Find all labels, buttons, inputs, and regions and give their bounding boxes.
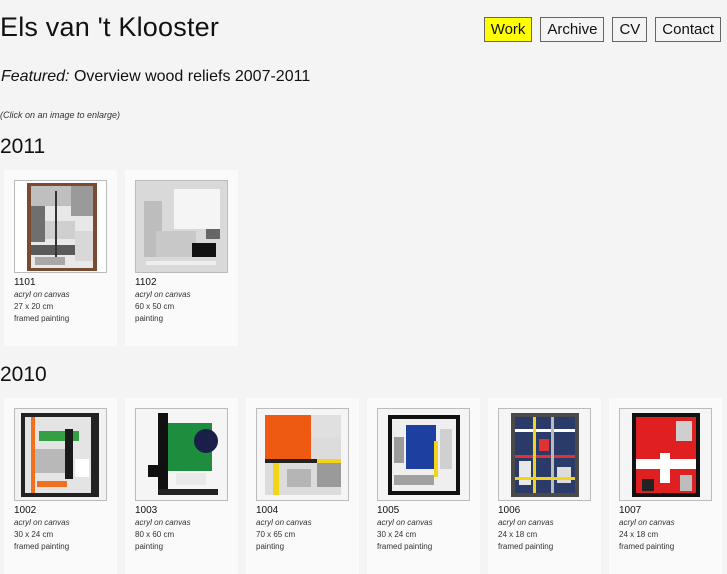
artwork-card[interactable]: 1101 acryl on canvas 27 x 20 cm framed p… <box>4 170 117 346</box>
nav-contact-button[interactable]: Contact <box>655 17 721 42</box>
artwork-technique: acryl on canvas <box>377 518 433 527</box>
artwork-number: 1005 <box>377 505 400 516</box>
artwork-kind: framed painting <box>619 542 675 551</box>
artwork-thumbnail[interactable] <box>377 408 470 501</box>
artwork-dimensions: 24 x 18 cm <box>498 530 538 539</box>
artwork-kind: framed painting <box>498 542 554 551</box>
artwork-dimensions: 80 x 60 cm <box>135 530 175 539</box>
artwork-number: 1102 <box>135 277 157 288</box>
artwork-thumbnail[interactable] <box>619 408 712 501</box>
artwork-dimensions: 70 x 65 cm <box>256 530 296 539</box>
works-grid-2011: 1101 acryl on canvas 27 x 20 cm framed p… <box>4 170 238 346</box>
artwork-card[interactable]: 1002 acryl on canvas 30 x 24 cm framed p… <box>4 398 117 574</box>
artwork-card[interactable]: 1006 acryl on canvas 24 x 18 cm framed p… <box>488 398 601 574</box>
featured-label: Featured: <box>1 68 70 85</box>
artwork-kind: framed painting <box>14 542 70 551</box>
featured-heading: Featured: Overview wood reliefs 2007-201… <box>1 68 310 86</box>
artwork-technique: acryl on canvas <box>14 290 70 299</box>
artwork-thumbnail[interactable] <box>498 408 591 501</box>
year-heading-2011: 2011 <box>0 135 46 158</box>
artwork-kind: painting <box>135 542 164 551</box>
artwork-thumbnail[interactable] <box>135 180 228 273</box>
artwork-number: 1004 <box>256 505 279 516</box>
artwork-technique: acryl on canvas <box>256 518 312 527</box>
artwork-card[interactable]: 1003 acryl on canvas 80 x 60 cm painting <box>125 398 238 574</box>
artwork-kind: painting <box>256 542 285 551</box>
artwork-kind: framed painting <box>14 314 70 323</box>
artwork-thumbnail[interactable] <box>14 180 107 273</box>
artwork-number: 1007 <box>619 505 642 516</box>
nav-archive-button[interactable]: Archive <box>540 17 605 42</box>
artwork-card[interactable]: 1005 acryl on canvas 30 x 24 cm framed p… <box>367 398 480 574</box>
artwork-dimensions: 27 x 20 cm <box>14 302 54 311</box>
enlarge-hint: (Click on an image to enlarge) <box>0 110 121 120</box>
artwork-technique: acryl on canvas <box>135 290 191 299</box>
artwork-dimensions: 60 x 50 cm <box>135 302 175 311</box>
artwork-card[interactable]: 1102 acryl on canvas 60 x 50 cm painting <box>125 170 238 346</box>
artwork-number: 1101 <box>14 277 36 288</box>
artwork-number: 1003 <box>135 505 158 516</box>
artwork-dimensions: 24 x 18 cm <box>619 530 659 539</box>
artwork-technique: acryl on canvas <box>135 518 191 527</box>
main-nav: Work Archive CV Contact <box>483 17 721 42</box>
featured-text[interactable]: Overview wood reliefs 2007-2011 <box>74 68 310 85</box>
year-heading-2010: 2010 <box>0 363 47 386</box>
artwork-card[interactable]: 1004 acryl on canvas 70 x 65 cm painting <box>246 398 359 574</box>
artwork-thumbnail[interactable] <box>256 408 349 501</box>
site-title: Els van 't Klooster <box>0 12 220 42</box>
artwork-thumbnail[interactable] <box>14 408 107 501</box>
artwork-kind: painting <box>135 314 164 323</box>
artwork-number: 1006 <box>498 505 521 516</box>
nav-work-button[interactable]: Work <box>483 17 533 42</box>
artwork-number: 1002 <box>14 505 37 516</box>
artwork-technique: acryl on canvas <box>498 518 554 527</box>
artwork-dimensions: 30 x 24 cm <box>377 530 417 539</box>
artwork-kind: framed painting <box>377 542 433 551</box>
artwork-card[interactable]: 1007 acryl on canvas 24 x 18 cm framed p… <box>609 398 722 574</box>
artwork-technique: acryl on canvas <box>619 518 675 527</box>
nav-cv-button[interactable]: CV <box>612 17 648 42</box>
artwork-thumbnail[interactable] <box>135 408 228 501</box>
artwork-technique: acryl on canvas <box>14 518 70 527</box>
artwork-dimensions: 30 x 24 cm <box>14 530 54 539</box>
works-grid-2010: 1002 acryl on canvas 30 x 24 cm framed p… <box>4 398 722 574</box>
